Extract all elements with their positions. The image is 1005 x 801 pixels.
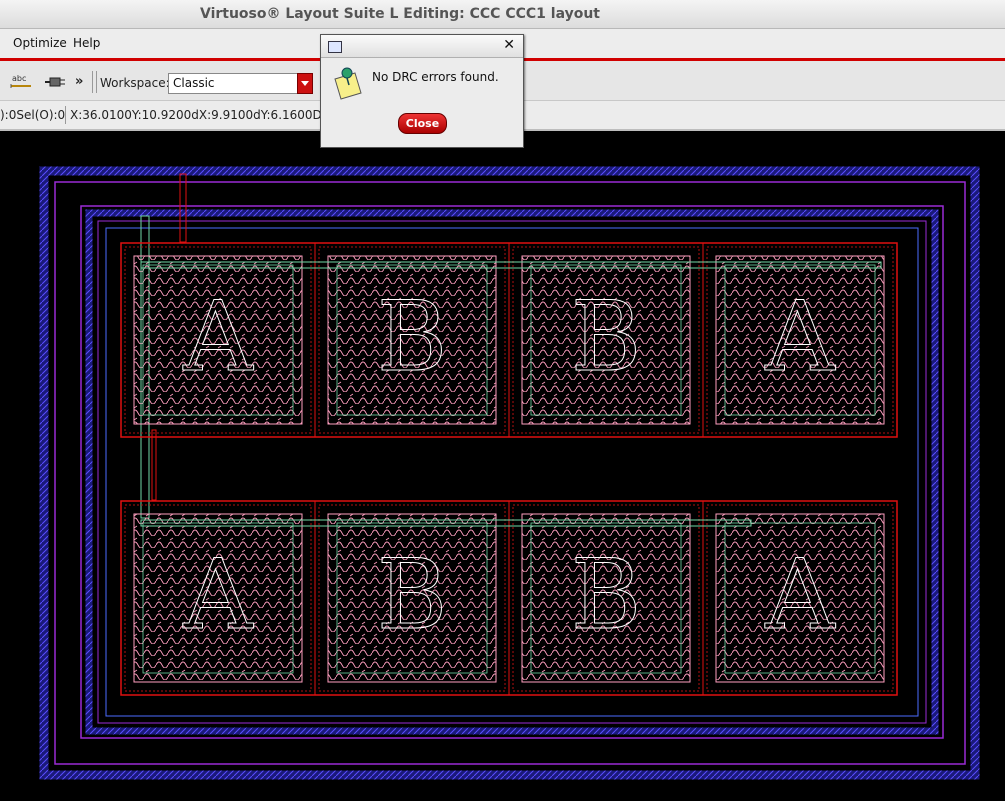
layout-drawing[interactable]: A B B A A B B A (0, 140, 1005, 801)
cell-label: A (764, 281, 836, 393)
toolbar-grip[interactable] (92, 71, 97, 93)
workspace-select[interactable]: Classic (168, 73, 313, 94)
drc-result-dialog: ✕ No DRC errors found. Close (320, 34, 524, 148)
chevron-down-icon[interactable] (297, 73, 313, 94)
window-icon (328, 41, 342, 53)
toolbar-overflow-button[interactable]: » (75, 74, 83, 89)
cell-label: A (182, 539, 254, 651)
dialog-title-bar[interactable]: ✕ (321, 35, 523, 58)
cell-label: A (182, 281, 254, 393)
vertical-route (179, 173, 187, 243)
window-title: Virtuoso® Layout Suite L Editing: CCC CC… (199, 6, 600, 22)
layout-canvas[interactable]: A B B A A B B A (0, 140, 1005, 801)
close-button[interactable]: Close (398, 113, 447, 134)
title-bar: Virtuoso® Layout Suite L Editing: CCC CC… (0, 0, 1005, 29)
selection-count: ):0Sel(O):0 (0, 108, 66, 122)
plug-icon[interactable] (43, 73, 67, 91)
text-label-icon[interactable]: abc (9, 73, 33, 91)
cell-label: B (377, 281, 448, 393)
svg-text:abc: abc (12, 74, 26, 83)
cell-label: A (764, 539, 836, 651)
vertical-red-route (151, 429, 157, 501)
cell-row-2: ABBA (120, 500, 898, 696)
menu-help[interactable]: Help (73, 36, 100, 50)
status-divider (65, 106, 66, 124)
cell-row-1: ABBA (120, 242, 898, 438)
info-note-icon (334, 67, 362, 100)
workspace-label: Workspace: (100, 76, 170, 90)
cursor-coordinates: X:36.0100Y:10.9200dX:9.9100dY:6.1600Dis (70, 108, 332, 122)
dialog-message: No DRC errors found. (372, 70, 499, 84)
workspace-value: Classic (173, 76, 215, 90)
cell-label: B (571, 539, 642, 651)
close-icon[interactable]: ✕ (503, 37, 515, 53)
cell-label: B (571, 281, 642, 393)
cell-label: B (377, 539, 448, 651)
menu-optimize[interactable]: Optimize (13, 36, 67, 50)
